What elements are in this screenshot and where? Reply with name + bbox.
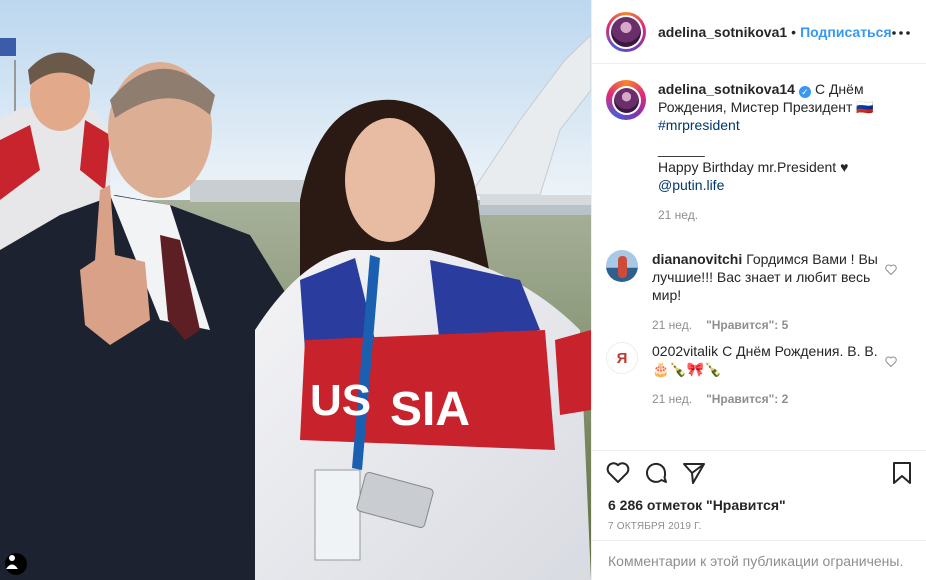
follow-button[interactable]: Подписаться [800, 24, 892, 40]
caption-line2: Happy Birthday mr.President ♥ [658, 159, 849, 175]
comment-time[interactable]: 21 нед. [652, 318, 692, 332]
caption: adelina_sotnikova14 ✓ С Днём Рождения, Мис… [606, 80, 911, 240]
verified-badge-icon: ✓ [798, 86, 811, 98]
likes-count[interactable]: 6 286 отметок "Нравится" [608, 497, 786, 513]
heart-icon[interactable] [606, 461, 630, 488]
comment-like-heart-icon[interactable] [885, 354, 897, 370]
post-actions: 6 286 отметок "Нравится" 7 ОКТЯБРЯ 2019 … [592, 450, 926, 532]
comments-restricted-notice: Комментарии к этой публикации ограничены… [592, 540, 926, 580]
comments-list[interactable]: adelina_sotnikova14 ✓ С Днём Рождения, Мис… [592, 64, 926, 450]
share-icon[interactable] [682, 461, 706, 488]
comment-time[interactable]: 21 нед. [652, 392, 692, 406]
tagged-users-icon[interactable] [5, 553, 27, 575]
header-separator: • [791, 23, 797, 40]
author-avatar[interactable] [606, 11, 646, 52]
photo-illustration: US SIA [0, 0, 591, 580]
post-date[interactable]: 7 ОКТЯБРЯ 2019 Г. [608, 521, 701, 532]
post-side-panel: adelina_sotnikova1 • Подписаться adelina… [591, 0, 926, 580]
post-header: adelina_sotnikova1 • Подписаться [592, 0, 926, 64]
comment-like-heart-icon[interactable] [885, 262, 897, 278]
caption-avatar[interactable] [606, 80, 646, 120]
caption-time[interactable]: 21 нед. [658, 206, 893, 224]
jacket-text-sia: SIA [390, 383, 470, 436]
comment-username[interactable]: 0202vitalik [652, 343, 718, 359]
caption-hashtag[interactable]: #mrpresident [658, 116, 893, 134]
post-photo[interactable]: US SIA [0, 0, 591, 580]
commenter-avatar[interactable] [606, 250, 638, 282]
author-username[interactable]: adelina_sotnikova1 [658, 24, 787, 40]
bookmark-icon[interactable] [891, 461, 913, 488]
comment-icon[interactable] [644, 461, 668, 488]
comment-username[interactable]: diananovitchi [652, 251, 742, 267]
caption-username[interactable]: adelina_sotnikova14 [658, 81, 795, 97]
comment-item: Я 0202vitalik С Днём Рождения. В. В. 🎂🍾🎀🍾… [606, 342, 911, 430]
more-horizontal-icon[interactable] [892, 22, 910, 36]
jacket-text-us: US [310, 376, 371, 425]
caption-mention[interactable]: @putin.life [658, 176, 893, 194]
caption-divider: ______ [658, 141, 705, 157]
comment-item: diananovitchi Гордимся Вами ! Вы лучшие!!… [606, 250, 911, 338]
commenter-avatar[interactable]: Я [606, 342, 638, 374]
comment-likes[interactable]: "Нравится": 2 [706, 392, 788, 406]
comment-likes[interactable]: "Нравится": 5 [706, 318, 788, 332]
